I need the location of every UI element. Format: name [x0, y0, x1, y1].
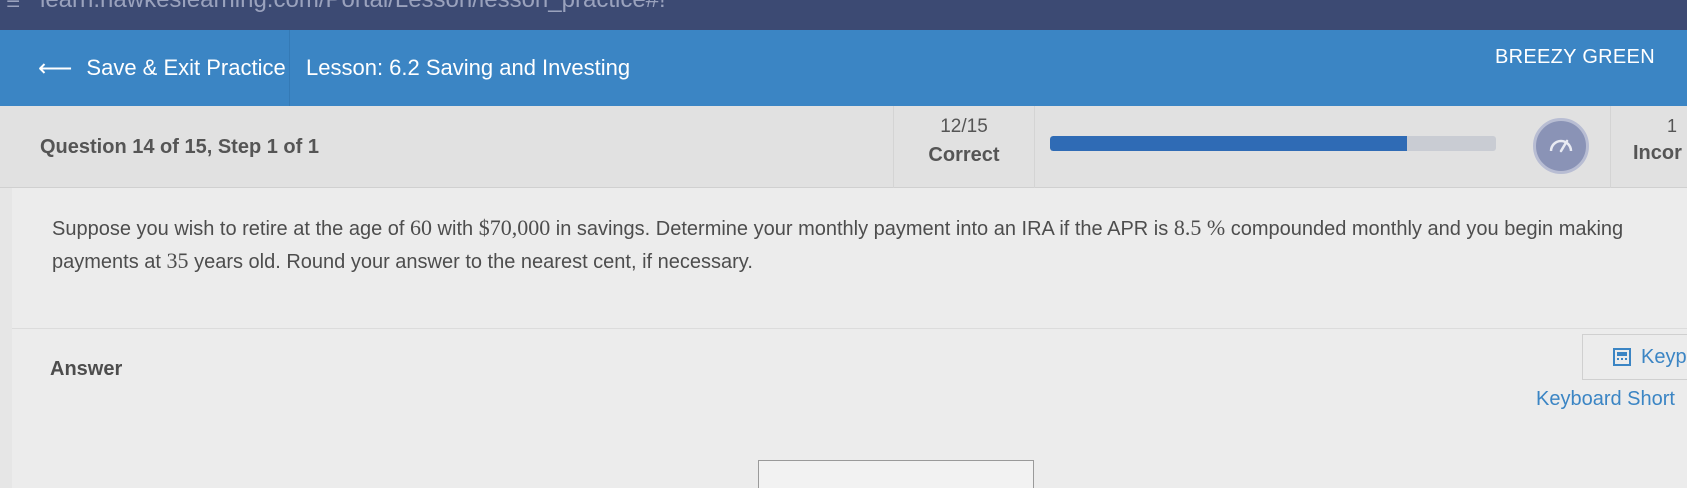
keypad-label: Keyp	[1641, 345, 1687, 368]
gauge-icon	[1549, 139, 1573, 153]
speedometer-icon[interactable]	[1533, 118, 1589, 174]
score-label: Correct	[928, 144, 1000, 166]
save-exit-practice-button[interactable]: ⟵ Save & Exit Practice	[0, 30, 290, 106]
question-part-3: in savings. Determine your monthly payme…	[550, 218, 1174, 240]
answer-label: Answer	[50, 358, 123, 380]
score-box: 12/15 Correct	[893, 106, 1035, 188]
incorrect-label: Incor	[1633, 142, 1682, 164]
incorrect-count: 1	[1667, 116, 1678, 136]
incorrect-box: 1 Incor	[1610, 106, 1687, 188]
answer-input[interactable]	[758, 460, 1034, 488]
question-start-age: 35	[166, 248, 189, 273]
keypad-button[interactable]: Keyp	[1582, 334, 1687, 380]
question-part-5: years old. Round your answer to the near…	[188, 251, 753, 273]
question-progress-header: Question 14 of 15, Step 1 of 1 12/15 Cor…	[0, 106, 1687, 188]
question-savings: $70,000	[478, 215, 551, 240]
question-step-label: Question 14 of 15, Step 1 of 1	[40, 136, 319, 158]
progress-bar-fill	[1050, 136, 1407, 151]
question-apr: 8.5 %	[1173, 215, 1226, 240]
arrow-left-icon: ⟵	[38, 54, 73, 82]
question-part-2: with	[432, 218, 479, 240]
lesson-title: Lesson: 6.2 Saving and Investing	[306, 55, 631, 80]
user-name[interactable]: BREEZY GREEN	[1495, 46, 1655, 69]
keyboard-shortcuts-link[interactable]: Keyboard Short	[1536, 388, 1675, 411]
score-fraction: 12/15	[940, 116, 988, 137]
question-card: Suppose you wish to retire at the age of…	[12, 188, 1687, 488]
top-navigation-bar: ⟵ Save & Exit Practice Lesson: 6.2 Savin…	[0, 30, 1687, 106]
divider	[12, 328, 1687, 329]
calculator-icon	[1613, 348, 1631, 366]
progress-bar	[1050, 136, 1496, 151]
save-exit-label: Save & Exit Practice	[86, 55, 286, 80]
tab-icon: ☰	[6, 0, 21, 11]
browser-url[interactable]: learn.hawkeslearning.com/Portal/Lesson/l…	[40, 0, 666, 14]
question-part-1: Suppose you wish to retire at the age of	[52, 218, 410, 240]
question-age: 60	[410, 215, 432, 240]
browser-address-bar[interactable]: ☰ learn.hawkeslearning.com/Portal/Lesson…	[0, 0, 1687, 30]
question-text: Suppose you wish to retire at the age of…	[52, 212, 1682, 278]
